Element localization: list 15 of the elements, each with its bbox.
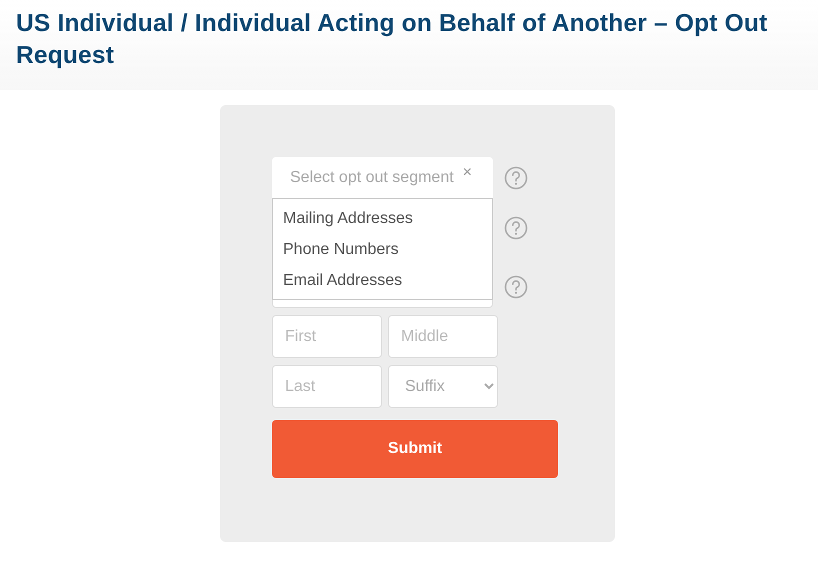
help-icon[interactable] — [504, 166, 528, 190]
dropdown-option[interactable]: Phone Numbers — [273, 234, 492, 265]
dropdown-option[interactable]: Email Addresses — [273, 265, 492, 296]
help-icon[interactable] — [504, 216, 528, 240]
help-icon[interactable] — [504, 275, 528, 299]
select-placeholder: Select opt out segment — [290, 169, 454, 187]
segment-select[interactable]: Select opt out segment × — [272, 157, 493, 199]
clear-button[interactable]: × — [462, 164, 472, 182]
page-title: US Individual / Individual Acting on Behalf of Another – Opt Out Request — [16, 9, 768, 71]
middle-name-field[interactable]: Middle — [388, 315, 498, 358]
suffix-select[interactable]: Suffix — [388, 365, 498, 408]
last-name-field[interactable]: Last — [272, 365, 382, 408]
first-name-field[interactable]: First — [272, 315, 382, 358]
dropdown-option[interactable]: Mailing Addresses — [273, 203, 492, 234]
submit-button[interactable]: Submit — [272, 420, 558, 478]
